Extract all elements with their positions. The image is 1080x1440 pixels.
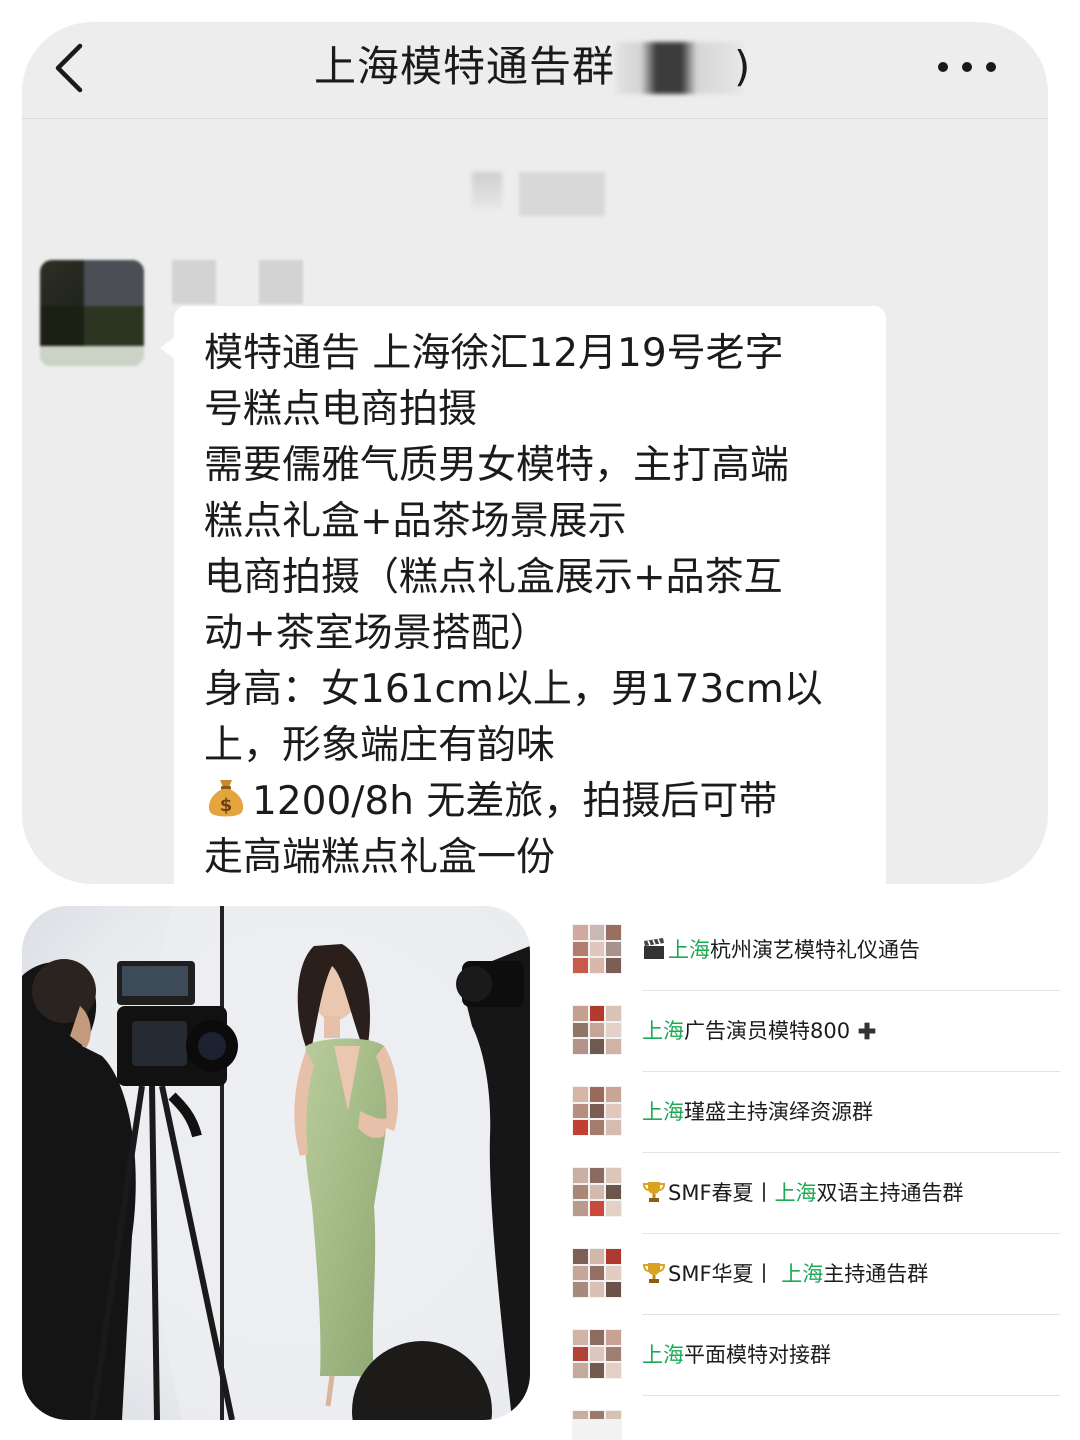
svg-text:$: $: [220, 795, 233, 816]
chat-window: 上海模特通告群 ) 模特通告 上海徐汇12月19号老字 号糕点电商拍摄 需要儒雅…: [22, 22, 1048, 884]
group-list: 上海杭州演艺模特礼仪通告 上海广告演员模特800 上海瑾盛主持演绎资源群 SMF…: [560, 910, 1080, 1440]
blurred-member-count: [616, 42, 742, 94]
list-item[interactable]: 上海杭州演艺模特礼仪通告: [560, 910, 1060, 991]
group-avatar: [572, 1005, 622, 1055]
clapperboard-icon: [644, 938, 664, 959]
chat-title-suffix: ): [734, 42, 751, 91]
list-item[interactable]: 上海瑾盛主持演绎资源群: [560, 1072, 1060, 1153]
back-arrow-icon[interactable]: [50, 38, 90, 98]
photo-illustration: [22, 906, 530, 1420]
message-line: 走高端糕点礼盒一份: [204, 835, 556, 880]
group-avatar: [572, 1248, 622, 1298]
studio-photo: [22, 906, 530, 1420]
blurred-system-notice: [472, 172, 502, 208]
money-bag-icon: $: [208, 780, 244, 817]
message-text: 模特通告 上海徐汇12月19号老字 号糕点电商拍摄 需要儒雅气质男女模特，主打高…: [204, 326, 876, 884]
group-name: SMF华夏丨 上海主持通告群: [642, 1256, 928, 1292]
pay-text: 1200/8h 无差旅，拍摄后可带: [252, 779, 778, 824]
list-item-partial[interactable]: [560, 1396, 1060, 1440]
trophy-icon: [642, 1263, 666, 1283]
group-name: SMF春夏丨上海双语主持通告群: [642, 1175, 964, 1211]
message-line: 身高：女161cm以上，男173cm以: [204, 667, 823, 712]
message-line: 糕点礼盒+品茶场景展示: [204, 499, 627, 544]
list-item[interactable]: SMF春夏丨上海双语主持通告群: [560, 1153, 1060, 1234]
chat-top-bar: 上海模特通告群 ): [22, 22, 1048, 119]
message-line: 号糕点电商拍摄: [204, 387, 478, 432]
message-line: 模特通告 上海徐汇12月19号老字: [204, 331, 784, 376]
list-item[interactable]: 上海广告演员模特800: [560, 991, 1060, 1072]
group-avatar: [572, 1329, 622, 1379]
list-item[interactable]: SMF华夏丨 上海主持通告群: [560, 1234, 1060, 1315]
plus-icon: [858, 1022, 876, 1040]
blurred-sender-name: [259, 260, 303, 304]
group-name: 上海平面模特对接群: [642, 1343, 831, 1367]
list-item[interactable]: 上海平面模特对接群: [560, 1315, 1060, 1396]
message-line-pay: $ 1200/8h 无差旅，拍摄后可带: [204, 774, 876, 830]
message-line: 动+茶室场景搭配）: [204, 611, 549, 656]
group-avatar: [572, 924, 622, 974]
group-name: 上海瑾盛主持演绎资源群: [642, 1100, 873, 1124]
message-line: 电商拍摄（糕点礼盒展示+品茶互: [204, 555, 783, 600]
chat-title: 上海模特通告群: [314, 42, 616, 91]
group-avatar: [572, 1410, 622, 1440]
more-options-icon[interactable]: [934, 52, 1004, 82]
sender-avatar[interactable]: [40, 260, 144, 366]
group-name: 上海杭州演艺模特礼仪通告: [642, 932, 920, 968]
group-avatar: [572, 1167, 622, 1217]
message-line: 上，形象端庄有韵味: [204, 723, 556, 768]
message-line: 需要儒雅气质男女模特，主打高端: [204, 443, 790, 488]
group-avatar: [572, 1086, 622, 1136]
blurred-system-notice: [519, 172, 605, 216]
trophy-icon: [642, 1182, 666, 1202]
blurred-sender-name: [172, 260, 216, 304]
group-name: 上海广告演员模特800: [642, 1013, 879, 1049]
